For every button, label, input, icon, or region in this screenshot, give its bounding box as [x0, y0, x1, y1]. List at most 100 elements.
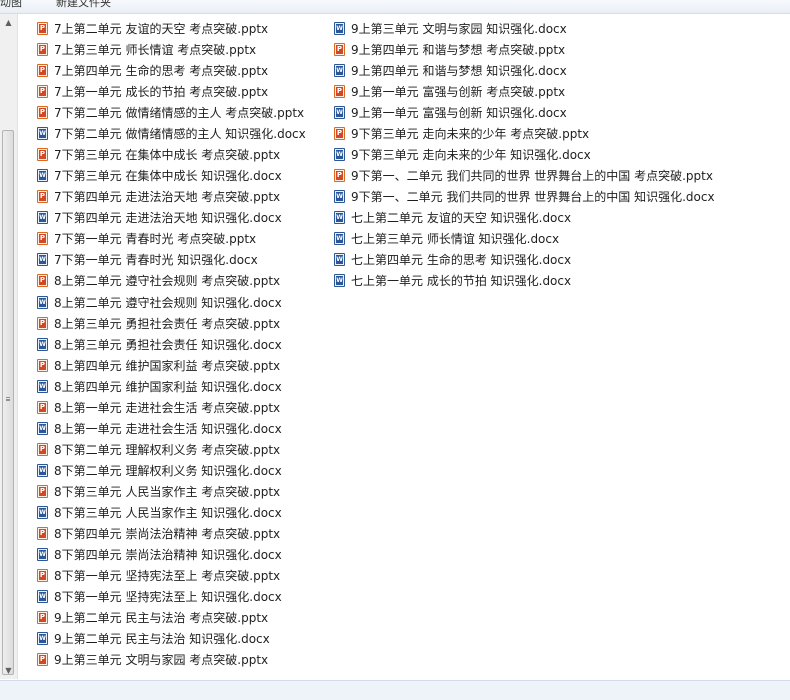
file-item[interactable]: 7下第四单元 走进法治天地 知识强化.docx: [37, 207, 282, 228]
file-name: 7上第四单元 生命的思考 考点突破.pptx: [54, 64, 269, 79]
file-item[interactable]: 8下第一单元 坚持宪法至上 知识强化.docx: [37, 586, 282, 607]
word-file-icon: [334, 211, 345, 225]
file-name: 8上第三单元 勇担社会责任 知识强化.docx: [54, 337, 282, 352]
file-item[interactable]: 8下第三单元 人民当家作主 知识强化.docx: [37, 502, 282, 523]
file-item[interactable]: 7上第四单元 生命的思考 考点突破.pptx: [37, 60, 268, 81]
file-name: 9下第三单元 走向未来的少年 考点突破.pptx: [351, 127, 590, 142]
file-item[interactable]: 8上第三单元 勇担社会责任 知识强化.docx: [37, 334, 282, 355]
powerpoint-file-icon: [334, 85, 345, 99]
file-name: 8下第三单元 人民当家作主 知识强化.docx: [54, 505, 282, 520]
file-name: 8上第四单元 维护国家利益 知识强化.docx: [54, 379, 282, 394]
word-file-icon: [334, 64, 345, 78]
file-name: 7上第一单元 成长的节拍 考点突破.pptx: [54, 85, 269, 100]
powerpoint-file-icon: [334, 127, 345, 141]
powerpoint-file-icon: [37, 484, 48, 498]
file-item[interactable]: 8下第一单元 坚持宪法至上 考点突破.pptx: [37, 565, 280, 586]
file-item[interactable]: 7下第二单元 做情绪情感的主人 知识强化.docx: [37, 123, 306, 144]
word-file-icon: [37, 548, 48, 561]
file-item[interactable]: 9上第四单元 和谐与梦想 知识强化.docx: [334, 60, 567, 81]
file-name: 8下第四单元 崇尚法治精神 知识强化.docx: [54, 548, 282, 562]
file-item[interactable]: 七上第二单元 友谊的天空 知识强化.docx: [334, 207, 571, 228]
status-bar: [0, 680, 790, 700]
powerpoint-file-icon: [37, 316, 48, 330]
word-file-icon: [334, 22, 345, 35]
file-item[interactable]: 8上第三单元 勇担社会责任 考点突破.pptx: [37, 313, 280, 334]
file-item[interactable]: 9上第三单元 文明与家园 考点突破.pptx: [37, 649, 268, 670]
toolbar-left-label[interactable]: 动图: [0, 0, 22, 10]
file-item[interactable]: 8下第三单元 人民当家作主 考点突破.pptx: [37, 481, 280, 502]
file-item[interactable]: 7下第四单元 走进法治天地 考点突破.pptx: [37, 186, 280, 207]
powerpoint-file-icon: [37, 148, 48, 162]
file-item[interactable]: 8下第二单元 理解权利义务 知识强化.docx: [37, 460, 282, 481]
file-name: 9上第一单元 富强与创新 知识强化.docx: [351, 106, 567, 121]
file-item[interactable]: 七上第三单元 师长情谊 知识强化.docx: [334, 228, 559, 249]
file-item[interactable]: 9下第一、二单元 我们共同的世界 世界舞台上的中国 考点突破.pptx: [334, 165, 713, 186]
file-item[interactable]: 9上第三单元 文明与家园 知识强化.docx: [334, 18, 567, 39]
powerpoint-file-icon: [37, 85, 48, 99]
file-item[interactable]: 8上第一单元 走进社会生活 考点突破.pptx: [37, 397, 280, 418]
file-name: 7下第三单元 在集体中成长 知识强化.docx: [54, 169, 282, 184]
file-name: 9下第一、二单元 我们共同的世界 世界舞台上的中国 考点突破.pptx: [351, 169, 713, 184]
file-item[interactable]: 8上第一单元 走进社会生活 知识强化.docx: [37, 418, 282, 439]
powerpoint-file-icon: [37, 358, 48, 372]
file-name: 9上第一单元 富强与创新 考点突破.pptx: [351, 85, 566, 100]
file-name: 8下第一单元 坚持宪法至上 知识强化.docx: [54, 590, 282, 605]
file-item[interactable]: 8下第二单元 理解权利义务 考点突破.pptx: [37, 439, 280, 460]
file-name: 9上第四单元 和谐与梦想 考点突破.pptx: [351, 43, 566, 58]
file-name: 8上第四单元 维护国家利益 考点突破.pptx: [54, 358, 281, 373]
file-name: 9下第一、二单元 我们共同的世界 世界舞台上的中国 知识强化.docx: [351, 190, 715, 205]
file-item[interactable]: 9上第二单元 民主与法治 考点突破.pptx: [37, 607, 268, 628]
file-name: 8上第一单元 走进社会生活 考点突破.pptx: [54, 400, 281, 415]
file-item[interactable]: 7下第三单元 在集体中成长 考点突破.pptx: [37, 144, 280, 165]
file-item[interactable]: 7下第一单元 青春时光 考点突破.pptx: [37, 228, 256, 249]
new-folder-button[interactable]: 新建文件夹: [56, 0, 111, 10]
word-file-icon: [37, 463, 48, 477]
powerpoint-file-icon: [37, 190, 48, 204]
file-name: 8下第三单元 人民当家作主 考点突破.pptx: [54, 484, 281, 499]
file-item[interactable]: 七上第一单元 成长的节拍 知识强化.docx: [334, 270, 571, 291]
word-file-icon: [37, 127, 48, 141]
file-name: 9上第二单元 民主与法治 考点突破.pptx: [54, 611, 269, 626]
file-item[interactable]: 7上第一单元 成长的节拍 考点突破.pptx: [37, 81, 268, 102]
file-item[interactable]: 9下第三单元 走向未来的少年 知识强化.docx: [334, 144, 591, 165]
file-name: 7下第二单元 做情绪情感的主人 知识强化.docx: [54, 127, 306, 142]
file-item[interactable]: 9下第三单元 走向未来的少年 考点突破.pptx: [334, 123, 589, 144]
file-item[interactable]: 8上第二单元 遵守社会规则 知识强化.docx: [37, 292, 282, 313]
file-item[interactable]: 7下第三单元 在集体中成长 知识强化.docx: [37, 165, 282, 186]
file-item[interactable]: 7上第二单元 友谊的天空 考点突破.pptx: [37, 18, 268, 39]
file-item[interactable]: 8下第四单元 崇尚法治精神 知识强化.docx: [37, 544, 282, 565]
file-item[interactable]: 9上第二单元 民主与法治 知识强化.docx: [37, 628, 270, 649]
powerpoint-file-icon: [37, 43, 48, 57]
word-file-icon: [37, 632, 48, 646]
file-name: 8上第二单元 遵守社会规则 考点突破.pptx: [54, 274, 281, 289]
file-item[interactable]: 7下第二单元 做情绪情感的主人 考点突破.pptx: [37, 102, 304, 123]
file-item[interactable]: 9下第一、二单元 我们共同的世界 世界舞台上的中国 知识强化.docx: [334, 186, 715, 207]
file-name: 8下第二单元 理解权利义务 知识强化.docx: [54, 463, 282, 478]
file-name: 7下第四单元 走进法治天地 知识强化.docx: [54, 211, 282, 226]
file-item[interactable]: 8下第四单元 崇尚法治精神 考点突破.pptx: [37, 523, 280, 544]
toolbar: 动图 新建文件夹: [0, 0, 790, 14]
word-file-icon: [37, 253, 48, 267]
powerpoint-file-icon: [37, 526, 48, 540]
file-name: 七上第一单元 成长的节拍 知识强化.docx: [351, 274, 572, 289]
file-item[interactable]: 7上第三单元 师长情谊 考点突破.pptx: [37, 39, 256, 60]
powerpoint-file-icon: [37, 653, 48, 667]
file-item[interactable]: 8上第二单元 遵守社会规则 考点突破.pptx: [37, 270, 280, 291]
powerpoint-file-icon: [37, 232, 48, 246]
file-item[interactable]: 8上第四单元 维护国家利益 知识强化.docx: [37, 376, 282, 397]
file-item[interactable]: 9上第一单元 富强与创新 考点突破.pptx: [334, 81, 565, 102]
file-name: 七上第四单元 生命的思考 知识强化.docx: [351, 253, 572, 268]
file-item[interactable]: 七上第四单元 生命的思考 知识强化.docx: [334, 249, 571, 270]
file-name: 9上第三单元 文明与家园 知识强化.docx: [351, 22, 567, 36]
file-item[interactable]: 9上第四单元 和谐与梦想 考点突破.pptx: [334, 39, 565, 60]
word-file-icon: [37, 295, 48, 309]
file-name: 7下第二单元 做情绪情感的主人 考点突破.pptx: [54, 106, 305, 121]
word-file-icon: [37, 337, 48, 351]
file-item[interactable]: 9上第一单元 富强与创新 知识强化.docx: [334, 102, 567, 123]
file-item[interactable]: 8上第四单元 维护国家利益 考点突破.pptx: [37, 355, 280, 376]
word-file-icon: [37, 421, 48, 435]
file-name: 7下第一单元 青春时光 知识强化.docx: [54, 253, 258, 268]
file-item[interactable]: 7下第一单元 青春时光 知识强化.docx: [37, 249, 258, 270]
powerpoint-file-icon: [37, 442, 48, 456]
file-name: 8上第二单元 遵守社会规则 知识强化.docx: [54, 295, 282, 310]
